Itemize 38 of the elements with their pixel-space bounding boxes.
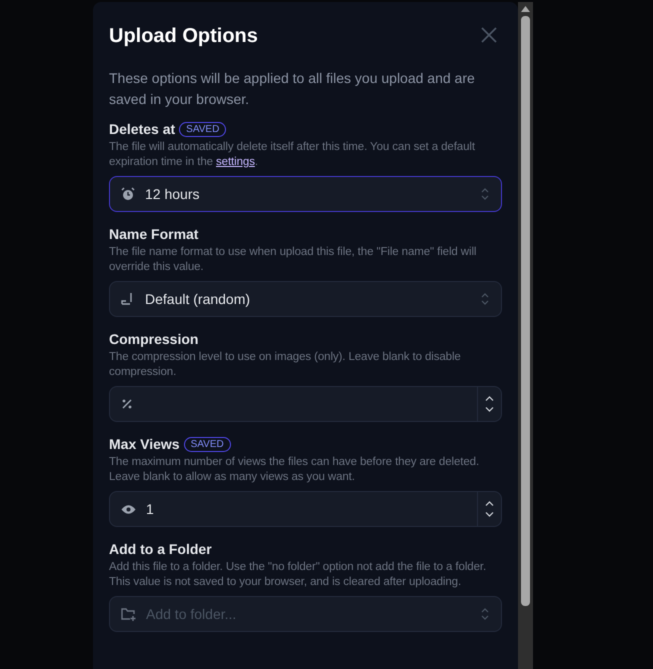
field-placeholder: Add to folder...: [146, 604, 236, 624]
field-value: 1: [146, 500, 154, 518]
field-label: Add to a Folder: [109, 540, 212, 559]
increment-icon[interactable]: [485, 501, 494, 506]
number-field[interactable]: [109, 386, 502, 422]
scroll-up-icon[interactable]: [521, 6, 530, 12]
chevron-up-down-icon: [481, 608, 489, 620]
alarm-clock-icon: [121, 187, 135, 201]
dialog-title: Upload Options: [109, 24, 258, 49]
percent-icon: [121, 398, 133, 410]
increment-icon[interactable]: [485, 396, 494, 401]
saved-badge: SAVED: [184, 436, 231, 452]
field-help-text: The file name format to use when upload this file, the "File name" field will override this value.: [109, 245, 478, 275]
number-field[interactable]: 1: [109, 491, 502, 527]
field-label: Name Format: [109, 225, 198, 244]
folder-plus-icon: [121, 607, 136, 621]
field-help-text: The compression level to use on images (only). Leave blank to disable compression.: [109, 350, 462, 380]
select-field[interactable]: 12 hours: [109, 176, 502, 212]
close-icon[interactable]: [480, 26, 498, 44]
scrollbar[interactable]: [518, 2, 533, 669]
saved-badge: SAVED: [179, 122, 226, 136]
decrement-icon[interactable]: [485, 407, 494, 412]
chevron-up-down-icon: [481, 293, 489, 305]
scrollbar-thumb[interactable]: [521, 16, 530, 606]
eye-icon: [121, 504, 136, 514]
field-label: Compression: [109, 330, 198, 349]
field-help-text: Add this file to a folder. Use the "no folder" option not add the file to a folder. This value is not saved to your browser, and is cleared after uploading.: [109, 560, 488, 590]
dialog-description: These options will be applied to all files you upload and are saved in your browser.: [109, 69, 476, 109]
field-help-text: The maximum number of views the files can have before they are deleted. Leave blank to allow as many views as you want.: [109, 455, 480, 485]
field-value: 12 hours: [145, 184, 200, 204]
field-value: Default (random): [145, 290, 250, 309]
field-label: Max Views: [109, 435, 180, 454]
field-label: Deletes at: [109, 120, 176, 139]
chevron-up-down-icon: [481, 188, 489, 200]
select-field[interactable]: Default (random): [109, 281, 502, 317]
settings-link[interactable]: settings: [216, 156, 255, 168]
decrement-icon[interactable]: [485, 512, 494, 517]
field-help-text: The file will automatically delete itself after this time. You can set a default expiration time in the settings.: [109, 140, 476, 170]
